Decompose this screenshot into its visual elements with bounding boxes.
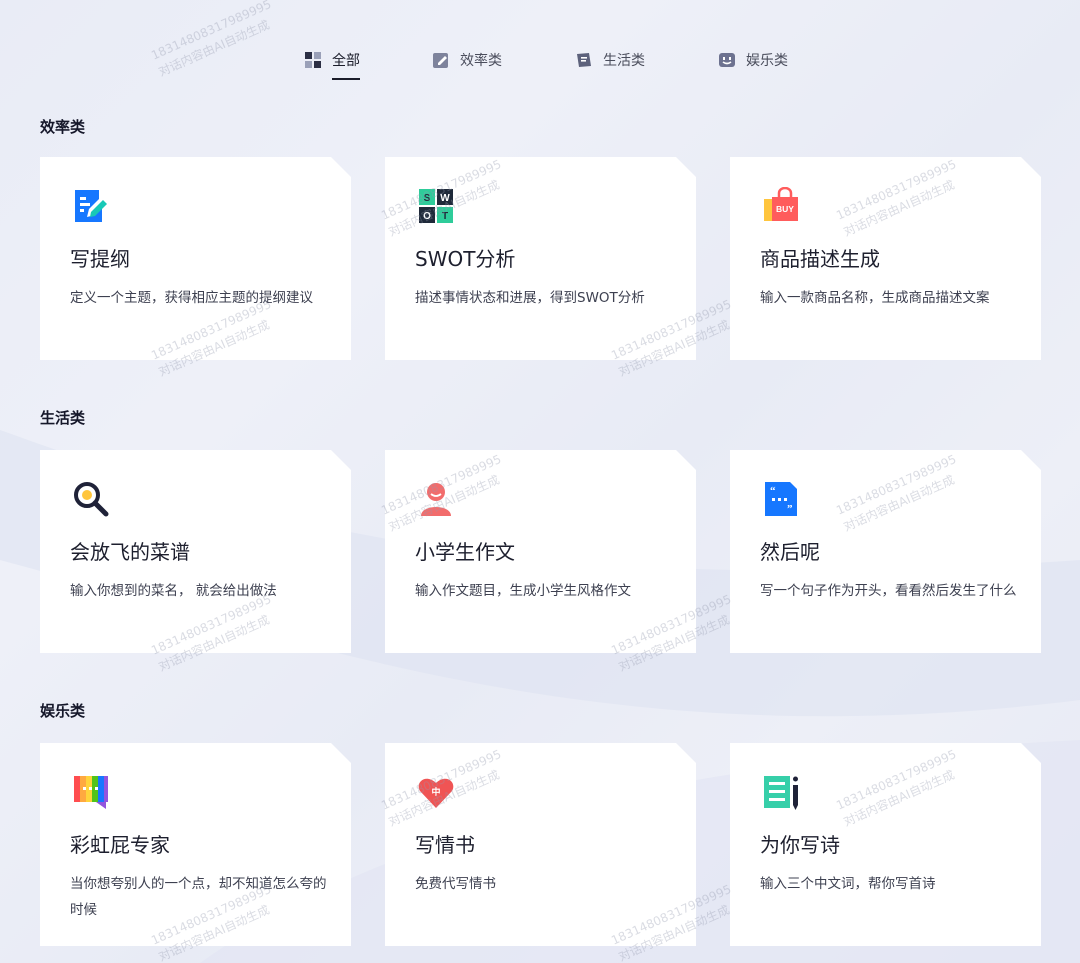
smile-icon [719, 53, 735, 67]
card-description: 写一个句子作为开头，看看然后发生了什么 [760, 583, 1017, 599]
section-title-entertainment: 娱乐类 [40, 702, 86, 720]
card-description: 输入三个中文词，帮你写首诗 [760, 876, 936, 892]
tab-label: 全部 [332, 53, 360, 69]
card-product-desc[interactable]: BUY 商品描述生成 输入一款商品名称，生成商品描述文案 [730, 157, 1041, 360]
tab-efficiency[interactable]: 效率类 [432, 42, 502, 78]
card-title: SWOT分析 [415, 247, 516, 271]
card-title: 会放飞的菜谱 [70, 540, 190, 564]
buy-bag-icon: BUY [764, 187, 798, 221]
card-description: 输入你想到的菜名， 就会给出做法 [70, 583, 277, 599]
svg-text:S: S [424, 193, 431, 204]
poem-pen-icon [764, 776, 798, 810]
card-description: 当你想夸别人的一个点，却不知道怎么夸的时候 [70, 876, 327, 918]
magnifier-egg-icon [74, 482, 109, 517]
card-what-next[interactable]: “ ” 然后呢 写一个句子作为开头，看看然后发生了什么 [730, 450, 1041, 653]
card-recipe[interactable]: 会放飞的菜谱 输入你想到的菜名， 就会给出做法 [40, 450, 351, 653]
svg-text:中: 中 [431, 786, 440, 798]
card-love-letter[interactable]: 中 写情书 免费代写情书 [385, 743, 696, 946]
card-description: 定义一个主题，获得相应主题的提纲建议 [70, 290, 313, 306]
card-description: 免费代写情书 [415, 876, 496, 892]
svg-text:T: T [442, 211, 448, 222]
card-description: 描述事情状态和进展，得到SWOT分析 [415, 290, 645, 306]
quote-doc-icon: “ ” [765, 482, 797, 516]
category-tabs: 全部 效率类 生活类 娱乐类 [0, 42, 1080, 82]
section-title-life: 生活类 [40, 409, 86, 427]
svg-text:W: W [440, 193, 450, 204]
edit-icon [433, 53, 448, 68]
card-title: 商品描述生成 [760, 247, 880, 271]
section-title-efficiency: 效率类 [40, 118, 86, 136]
rainbow-chat-icon [74, 776, 108, 809]
svg-text:”: ” [787, 503, 793, 515]
card-description: 输入一款商品名称，生成商品描述文案 [760, 290, 990, 306]
tab-life[interactable]: 生活类 [575, 42, 645, 78]
card-title: 写情书 [415, 833, 475, 857]
svg-text:O: O [423, 211, 431, 222]
card-essay[interactable]: 小学生作文 输入作文题目，生成小学生风格作文 [385, 450, 696, 653]
tab-label: 生活类 [603, 53, 645, 69]
card-title: 然后呢 [760, 540, 820, 564]
card-outline[interactable]: 写提纲 定义一个主题，获得相应主题的提纲建议 [40, 157, 351, 360]
tab-all[interactable]: 全部 [304, 42, 360, 80]
svg-text:BUY: BUY [776, 204, 794, 214]
card-title: 彩虹屁专家 [70, 833, 170, 857]
note-icon [577, 53, 591, 67]
tab-label: 娱乐类 [746, 53, 788, 69]
card-description: 输入作文题目，生成小学生风格作文 [415, 583, 631, 599]
card-title: 写提纲 [70, 247, 130, 271]
card-flattery[interactable]: 彩虹屁专家 当你想夸别人的一个点，却不知道怎么夸的时候 [40, 743, 351, 946]
card-swot[interactable]: S W O T SWOT分析 描述事情状态和进展，得到SWOT分析 [385, 157, 696, 360]
student-icon [421, 483, 451, 516]
active-tab-indicator [332, 78, 360, 80]
card-poem[interactable]: 为你写诗 输入三个中文词，帮你写首诗 [730, 743, 1041, 946]
svg-text:“: “ [770, 485, 776, 497]
tab-label: 效率类 [460, 53, 502, 69]
heart-icon: 中 [418, 778, 454, 808]
card-title: 为你写诗 [760, 833, 840, 857]
tab-entertainment[interactable]: 娱乐类 [718, 42, 788, 78]
grid-icon [305, 52, 321, 68]
card-title: 小学生作文 [415, 540, 515, 564]
outline-doc-icon [75, 190, 107, 222]
swot-icon: S W O T [419, 189, 453, 223]
